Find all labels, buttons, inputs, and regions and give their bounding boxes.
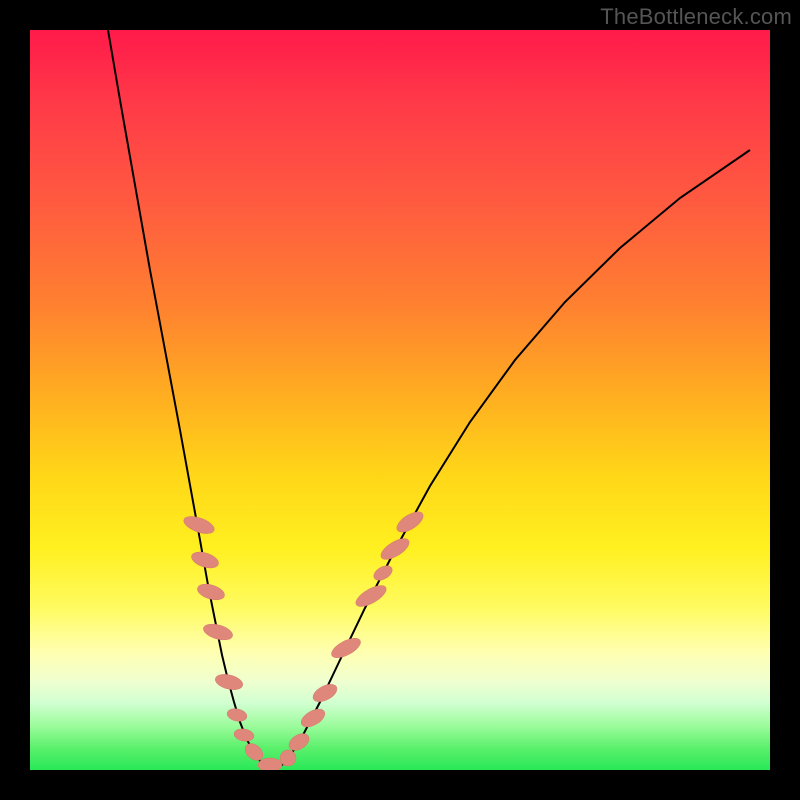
chart-frame: TheBottleneck.com (0, 0, 800, 800)
curve-markers (182, 508, 427, 770)
curve-marker (353, 581, 389, 610)
curve-marker (214, 672, 245, 692)
curve-marker (394, 508, 427, 536)
attribution-text: TheBottleneck.com (600, 4, 792, 30)
curve-marker (371, 563, 394, 583)
plot-area (30, 30, 770, 770)
curve-marker (329, 634, 364, 661)
chart-svg (30, 30, 770, 770)
curve-marker (226, 707, 248, 723)
curve-marker (298, 705, 328, 730)
bottleneck-curve (108, 30, 750, 767)
curve-marker (233, 727, 255, 742)
curve-marker (378, 535, 413, 564)
curve-marker (258, 758, 282, 770)
curve-marker (310, 681, 340, 706)
